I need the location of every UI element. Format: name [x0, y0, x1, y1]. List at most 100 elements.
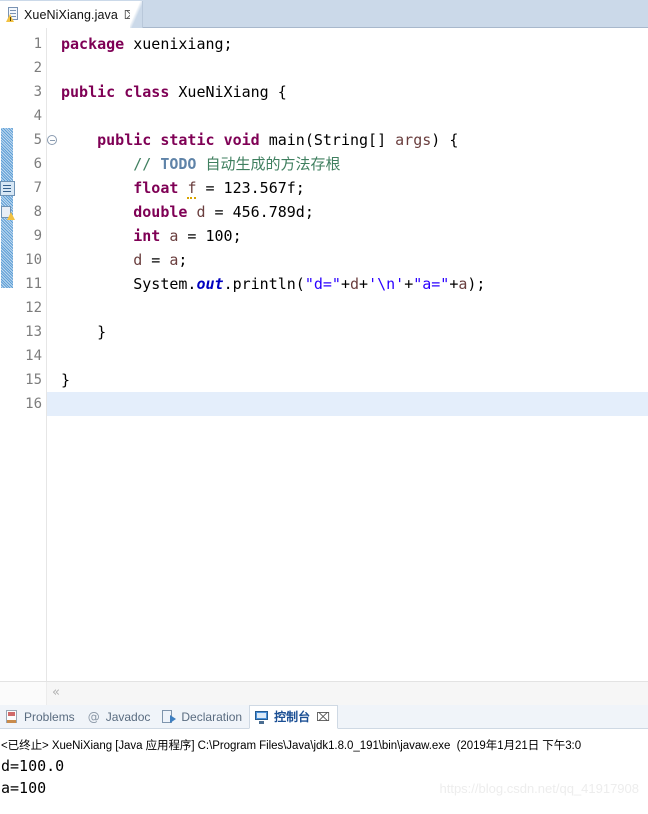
line-number-gutter: 1 2 3 4 5 6 7 8 9 10 11 12 13 14 15 16: [14, 28, 47, 681]
code-token: .println(: [223, 275, 305, 293]
declaration-icon: [162, 709, 177, 724]
bottom-view-tab-bar: Problems @ Javadoc Declaration 控制台 ⌧: [0, 704, 648, 729]
bottom-tab-console[interactable]: 控制台 ⌧: [249, 704, 338, 729]
code-line[interactable]: package xuenixiang;: [61, 32, 233, 56]
line-number: 6: [33, 156, 42, 172]
code-line[interactable]: d = a;: [61, 248, 187, 272]
code-token: xuenixiang;: [124, 35, 233, 53]
line-number: 8: [33, 204, 42, 220]
bottom-view-panel: Problems @ Javadoc Declaration 控制台 ⌧ <已终止> Xu…: [0, 704, 648, 814]
code-line[interactable]: int a = 100;: [61, 224, 242, 248]
code-token: XueNiXiang {: [169, 83, 287, 101]
code-token: TODO: [160, 155, 197, 173]
code-token: out: [196, 275, 224, 293]
code-line[interactable]: public class XueNiXiang {: [61, 80, 287, 104]
code-line[interactable]: double d = 456.789d;: [61, 200, 314, 224]
bottom-tab-javadoc[interactable]: @ Javadoc: [82, 705, 158, 728]
code-token: args: [395, 131, 432, 149]
warning-marker-icon[interactable]: [0, 205, 15, 220]
line-number: 1: [33, 36, 42, 52]
console-output-line: a=100: [1, 779, 47, 797]
java-file-warning-icon: [6, 7, 20, 22]
code-line[interactable]: public static void main(String[] args) {: [61, 128, 458, 152]
bottom-tab-problems[interactable]: Problems: [0, 705, 82, 728]
line-number: 7: [33, 180, 42, 196]
console-view[interactable]: <已终止> XueNiXiang [Java 应用程序] C:\Program …: [0, 729, 648, 814]
line-number: 11: [25, 276, 42, 292]
current-line-highlight: [47, 392, 648, 416]
console-icon: [255, 710, 269, 724]
scrollbar-left-cap: [0, 682, 47, 705]
change-ruler: [0, 28, 14, 681]
bottom-tab-label: Declaration: [181, 709, 243, 724]
code-line[interactable]: }: [61, 368, 70, 392]
code-editor[interactable]: 1 2 3 4 5 6 7 8 9 10 11 12 13 14 15 16 package xuenixia…: [0, 28, 648, 681]
close-icon[interactable]: ⌧: [316, 711, 330, 723]
code-token: float: [133, 179, 179, 197]
code-token: d: [350, 275, 360, 293]
code-token: "d=": [304, 275, 341, 293]
code-text-area[interactable]: package xuenixiang; public class XueNiXia…: [47, 28, 648, 681]
code-line[interactable]: System.out.println("d="+d+'\n'+"a="+a);: [61, 272, 485, 296]
console-output-line: d=100.0: [1, 757, 65, 775]
scroll-left-arrow-icon[interactable]: «: [52, 685, 60, 701]
bottom-tab-label: Javadoc: [105, 709, 151, 724]
watermark-text: https://blog.csdn.net/qq_41917908: [439, 781, 640, 796]
tab-slant-decoration: [130, 1, 142, 28]
code-token: System.: [61, 275, 197, 293]
code-token: package: [61, 35, 125, 53]
code-token: //: [133, 155, 161, 173]
code-token: void: [223, 131, 260, 149]
line-number: 10: [25, 252, 42, 268]
code-line[interactable]: float f = 123.567f;: [61, 176, 305, 200]
code-token: = 123.567f;: [196, 179, 305, 197]
code-token: }: [61, 371, 71, 389]
todo-marker-icon[interactable]: [0, 181, 15, 196]
code-token: "a=": [413, 275, 450, 293]
code-token: = 100;: [178, 227, 242, 245]
code-token: 自动生成的方法存根: [196, 155, 341, 173]
code-line[interactable]: }: [61, 320, 106, 344]
line-number: 12: [25, 300, 42, 316]
code-token: +: [340, 275, 350, 293]
line-number: 4: [33, 108, 42, 124]
bottom-tab-label: Problems: [24, 709, 75, 724]
code-token: main(String[]: [259, 131, 396, 149]
code-token: int: [133, 227, 161, 245]
code-token: ) {: [431, 131, 459, 149]
code-token: }: [61, 323, 107, 341]
editor-tab-bar: XueNiXiang.java ⌧: [0, 0, 648, 28]
line-number: 5: [33, 132, 42, 148]
line-number: 2: [33, 60, 42, 76]
line-number: 3: [33, 84, 42, 100]
problems-icon: [5, 709, 19, 724]
line-number: 14: [25, 348, 42, 364]
editor-tab-label: XueNiXiang.java: [24, 7, 118, 22]
code-token: =: [142, 251, 170, 269]
code-line[interactable]: // TODO 自动生成的方法存根: [61, 152, 341, 176]
code-token: d: [133, 251, 143, 269]
code-token: +: [359, 275, 369, 293]
code-token: public: [97, 131, 152, 149]
code-token: );: [467, 275, 486, 293]
code-token: class: [124, 83, 170, 101]
editor-tab-xuenixiang-java[interactable]: XueNiXiang.java ⌧: [0, 1, 143, 28]
console-launch-header: <已终止> XueNiXiang [Java 应用程序] C:\Program …: [1, 740, 582, 752]
line-number: 15: [25, 372, 42, 388]
code-token: double: [133, 203, 188, 221]
code-token: public: [61, 83, 116, 101]
bottom-tab-declaration[interactable]: Declaration: [157, 705, 249, 728]
code-token: +: [404, 275, 414, 293]
editor-horizontal-scrollbar[interactable]: «: [0, 681, 648, 706]
line-number: 9: [33, 228, 42, 244]
code-token: d: [196, 203, 206, 221]
code-token: ;: [178, 251, 188, 269]
code-token: = 456.789d;: [205, 203, 314, 221]
